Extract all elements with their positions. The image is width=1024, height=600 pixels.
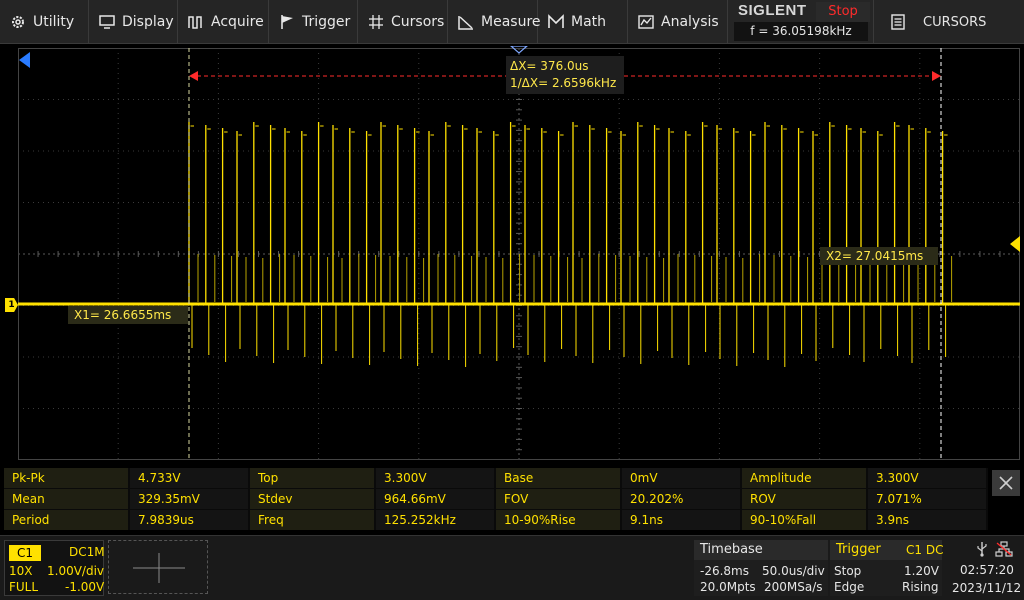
trigger-slope: Rising xyxy=(902,580,939,594)
menu-trigger[interactable]: Trigger xyxy=(269,0,358,44)
close-measure-button[interactable] xyxy=(992,470,1020,496)
menu-analysis[interactable]: Analysis xyxy=(628,0,728,44)
usb-icon xyxy=(977,542,987,557)
ch1-offset-marker[interactable]: 1 xyxy=(5,298,18,312)
memory-depth: 20.0Mpts xyxy=(700,580,756,594)
measurement-table: Pk-Pk 4.733V Top 3.300V Base 0mV Amplitude 3.30… xyxy=(4,468,988,530)
gear-icon xyxy=(10,14,26,30)
ch1-offset: -1.00V xyxy=(65,580,105,594)
measure-name: Pk-Pk xyxy=(4,468,128,488)
measure-value: 3.300V xyxy=(376,468,494,488)
menu-analysis-label: Analysis xyxy=(661,14,719,30)
trigger-position-marker xyxy=(19,52,30,68)
measure-name: Freq xyxy=(250,510,374,530)
ch1-tag: C1 xyxy=(9,545,41,561)
measure-value: 0mV xyxy=(622,468,740,488)
list-icon xyxy=(891,14,905,30)
measure-name: Stdev xyxy=(250,489,374,509)
add-channel-button[interactable] xyxy=(108,540,208,594)
timebase-scale: 50.0us/div xyxy=(762,564,825,578)
ch1-coupling: DC1M xyxy=(69,545,105,559)
ch1-settings-panel[interactable]: C1 DC1M 10X 1.00V/div FULL -1.00V xyxy=(4,540,105,596)
cursor-x1-label: X1= 26.6655ms xyxy=(68,306,188,324)
menu-math-label: Math xyxy=(571,14,607,30)
measure-name: 10-90%Rise xyxy=(496,510,620,530)
analysis-icon xyxy=(638,14,654,30)
run-stop-status[interactable]: Stop xyxy=(816,2,870,22)
measure-value: 9.1ns xyxy=(622,510,740,530)
timebase-delay: -26.8ms xyxy=(700,564,749,578)
menu-measure-label: Measure xyxy=(481,14,541,30)
cursor-x2-label: X2= 27.0415ms xyxy=(820,247,938,265)
ch1-probe: 10X xyxy=(9,564,33,578)
trigger-delay-marker xyxy=(510,46,528,54)
measure-value: 4.733V xyxy=(130,468,248,488)
network-icon xyxy=(995,541,1013,557)
plus-icon xyxy=(133,553,185,583)
cursors-mode-button[interactable]: CURSORS xyxy=(875,0,1024,44)
measure-value: 329.35mV xyxy=(130,489,248,509)
menu-display[interactable]: Display xyxy=(89,0,178,44)
measure-name: 90-10%Fall xyxy=(742,510,866,530)
measure-value: 7.071% xyxy=(868,489,986,509)
trigger-panel[interactable]: Trigger C1 DC Stop 1.20V Edge Rising xyxy=(830,540,944,596)
cursor-delta-readout: ΔX= 376.0us 1/ΔX= 2.6596kHz xyxy=(506,56,624,94)
measure-value: 964.66mV xyxy=(376,489,494,509)
inverse-delta-x-value: 1/ΔX= 2.6596kHz xyxy=(510,76,617,90)
menu-measure[interactable]: Measure xyxy=(448,0,541,44)
menu-trigger-label: Trigger xyxy=(302,14,351,30)
measure-name: Top xyxy=(250,468,374,488)
brand-panel: SIGLENT Stop f = 36.05198kHz xyxy=(728,0,874,44)
measure-name: FOV xyxy=(496,489,620,509)
menu-cursors-label: Cursors xyxy=(391,14,445,30)
measure-icon xyxy=(458,14,474,30)
close-icon xyxy=(999,476,1013,490)
menu-math[interactable]: Math xyxy=(538,0,628,44)
measure-name: Mean xyxy=(4,489,128,509)
sample-rate: 200MSa/s xyxy=(764,580,823,594)
measure-name: Period xyxy=(4,510,128,530)
trigger-type: Edge xyxy=(834,580,865,594)
menu-acquire-label: Acquire xyxy=(211,14,264,30)
flag-icon xyxy=(279,14,295,30)
menu-bar: Utility Display Acquire Trigger Cursors … xyxy=(0,0,1024,44)
measure-value: 20.202% xyxy=(622,489,740,509)
math-icon xyxy=(548,14,564,30)
menu-utility[interactable]: Utility xyxy=(0,0,89,44)
timebase-panel[interactable]: Timebase -26.8ms 50.0us/div 20.0Mpts 200… xyxy=(694,540,828,596)
measure-value: 3.300V xyxy=(868,468,986,488)
measure-value: 7.9839us xyxy=(130,510,248,530)
measure-value: 3.9ns xyxy=(868,510,986,530)
clock-time: 02:57:20 xyxy=(960,563,1014,577)
display-icon xyxy=(99,14,115,30)
delta-x-value: ΔX= 376.0us xyxy=(510,59,589,73)
acquire-icon xyxy=(188,14,204,30)
menu-acquire[interactable]: Acquire xyxy=(178,0,269,44)
trigger-source: C1 DC xyxy=(906,543,944,557)
trigger-level: 1.20V xyxy=(904,564,939,578)
crosshair-icon xyxy=(368,14,384,30)
brand-logo: SIGLENT xyxy=(738,2,807,19)
measure-name: Amplitude xyxy=(742,468,866,488)
timebase-title: Timebase xyxy=(694,540,828,560)
ch1-bandwidth: FULL xyxy=(9,580,39,594)
menu-utility-label: Utility xyxy=(33,14,75,30)
measure-name: ROV xyxy=(742,489,866,509)
menu-display-label: Display xyxy=(122,14,174,30)
ch1-scale: 1.00V/div xyxy=(47,564,105,578)
frequency-counter: f = 36.05198kHz xyxy=(734,22,868,41)
trigger-level-marker[interactable] xyxy=(1010,236,1020,252)
measure-value: 125.252kHz xyxy=(376,510,494,530)
clock-date: 2023/11/12 xyxy=(952,581,1022,595)
trigger-state: Stop xyxy=(834,564,862,578)
measure-name: Base xyxy=(496,468,620,488)
menu-cursors[interactable]: Cursors xyxy=(358,0,448,44)
cursors-mode-label: CURSORS xyxy=(923,14,987,30)
